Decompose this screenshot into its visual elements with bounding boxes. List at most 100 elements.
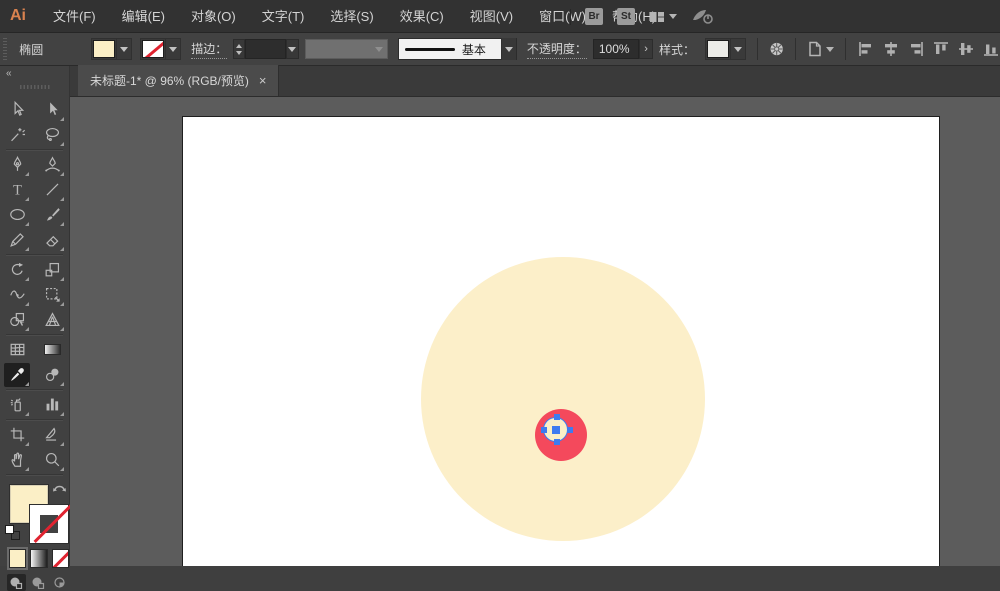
tool-lasso[interactable] [39, 123, 65, 147]
step-up-icon [236, 44, 242, 48]
ellipse-icon [8, 205, 27, 224]
align-right-button[interactable] [907, 40, 925, 58]
pasteboard[interactable] [70, 97, 1000, 566]
free-transform-icon [43, 285, 62, 304]
workspace-switcher-button[interactable] [649, 10, 677, 24]
menu-effect[interactable]: 效果(C) [387, 0, 457, 33]
none-button[interactable] [52, 549, 69, 568]
width-tool-icon [8, 285, 27, 304]
draw-inside-button[interactable] [50, 574, 69, 591]
anchor-point-top[interactable] [554, 414, 560, 420]
document-setup-dropdown[interactable] [807, 40, 834, 58]
default-fill-stroke-icon[interactable] [5, 525, 21, 541]
tool-perspective-grid[interactable] [39, 308, 65, 332]
stroke-weight-dropdown[interactable] [286, 39, 299, 59]
draw-normal-button[interactable] [7, 574, 26, 591]
align-left-button[interactable] [857, 40, 875, 58]
gradient-button[interactable] [30, 549, 47, 568]
tool-direct-selection[interactable] [39, 98, 65, 122]
tool-magic-wand[interactable] [4, 123, 30, 147]
slice-icon [43, 425, 62, 444]
tool-shape-builder[interactable] [4, 308, 30, 332]
opacity-expand-button[interactable]: › [639, 39, 653, 59]
tool-blend[interactable] [39, 363, 65, 387]
tool-hand[interactable] [4, 448, 30, 472]
style-swatch[interactable] [707, 40, 729, 58]
stroke-weight-stepper[interactable] [233, 39, 244, 59]
align-bottom-button[interactable] [982, 40, 1000, 58]
style-dropdown[interactable] [705, 38, 746, 60]
menu-edit[interactable]: 编辑(E) [109, 0, 178, 33]
tool-ellipse[interactable] [4, 203, 30, 227]
tool-slice[interactable] [39, 423, 65, 447]
anchor-point-left[interactable] [541, 427, 547, 433]
anchor-point-bottom[interactable] [554, 439, 560, 445]
tool-artboard[interactable] [4, 423, 30, 447]
stroke-none-proxy[interactable] [30, 505, 68, 543]
document-tab[interactable]: 未标题-1* @ 96% (RGB/预览) × [78, 65, 279, 96]
menu-type[interactable]: 文字(T) [249, 0, 318, 33]
opacity-label[interactable]: 不透明度： [527, 40, 587, 59]
blend-icon [43, 365, 62, 384]
tool-type[interactable]: T [4, 178, 30, 202]
tool-eyedropper-active[interactable] [4, 363, 30, 387]
tool-paintbrush[interactable] [39, 203, 65, 227]
tool-mesh[interactable] [4, 338, 30, 362]
align-horizontal-center-button[interactable] [882, 40, 900, 58]
menu-view[interactable]: 视图(V) [457, 0, 526, 33]
gpu-performance-icon[interactable] [691, 8, 715, 26]
align-top-button[interactable] [932, 40, 950, 58]
menu-file[interactable]: 文件(F) [40, 0, 109, 33]
menu-select[interactable]: 选择(S) [317, 0, 386, 33]
draw-behind-button[interactable] [29, 574, 48, 591]
fill-color-swatch[interactable] [93, 40, 115, 58]
tool-column-graph[interactable] [39, 393, 65, 417]
tool-pen[interactable] [4, 153, 30, 177]
tool-zoom[interactable] [39, 448, 65, 472]
tool-line-segment[interactable] [39, 178, 65, 202]
tool-gradient[interactable] [39, 338, 65, 362]
swap-fill-stroke-icon[interactable] [52, 483, 67, 497]
tool-width[interactable] [4, 283, 30, 307]
divider [6, 389, 63, 390]
lasso-icon [43, 125, 62, 144]
chevron-down-icon [734, 47, 742, 52]
align-vertical-center-button[interactable] [957, 40, 975, 58]
stroke-color-dropdown[interactable] [140, 38, 181, 60]
anchor-point-center[interactable] [552, 426, 560, 434]
menu-object[interactable]: 对象(O) [178, 0, 249, 33]
tab-close-icon[interactable]: × [259, 74, 267, 87]
eraser-icon [43, 230, 62, 249]
panel-grip-handle[interactable] [3, 38, 7, 60]
divider [6, 474, 63, 475]
fill-color-dropdown[interactable] [91, 38, 132, 60]
panel-grip-handle[interactable] [20, 85, 50, 89]
anchor-point-right[interactable] [567, 427, 573, 433]
shape-options-icon[interactable] [769, 40, 784, 58]
stroke-weight-label[interactable]: 描边： [191, 40, 227, 59]
tool-scale[interactable] [39, 258, 65, 282]
brush-definition-dropdown[interactable]: 基本 [398, 38, 517, 60]
opacity-input[interactable]: 100% [593, 39, 639, 59]
magic-wand-icon [8, 125, 27, 144]
artboard[interactable] [182, 116, 940, 566]
bridge-button[interactable]: Br [585, 8, 603, 25]
illustrator-logo: Ai [10, 7, 26, 25]
draw-inside-icon [52, 576, 67, 589]
tool-free-transform[interactable] [39, 283, 65, 307]
chevron-down-icon [375, 47, 383, 52]
tool-rotate[interactable] [4, 258, 30, 282]
width-profile-dropdown-disabled [305, 39, 388, 59]
tool-curvature-pen[interactable] [39, 153, 65, 177]
stroke-weight-input[interactable] [245, 39, 286, 59]
stroke-none-swatch[interactable] [142, 40, 164, 58]
tool-selection[interactable] [4, 98, 30, 122]
color-button[interactable] [9, 549, 26, 568]
collapse-panel-button[interactable]: « [0, 66, 69, 79]
tool-symbol-sprayer[interactable] [4, 393, 30, 417]
large-cream-circle-shape[interactable] [421, 257, 705, 541]
divider [6, 149, 63, 150]
stock-button[interactable]: St [617, 8, 635, 25]
tool-pencil[interactable] [4, 228, 30, 252]
tool-eraser[interactable] [39, 228, 65, 252]
